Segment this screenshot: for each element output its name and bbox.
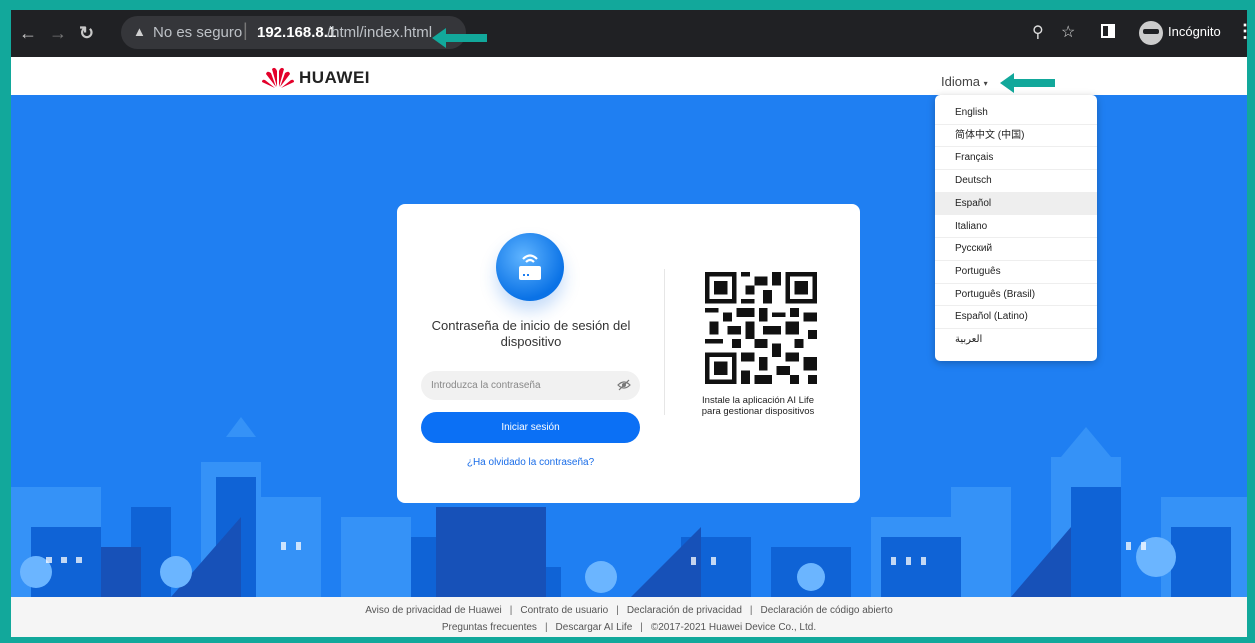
login-button[interactable]: Iniciar sesión bbox=[421, 412, 640, 443]
footer-links-row-1: Aviso de privacidad de Huawei | Contrato d… bbox=[365, 605, 893, 616]
footer-link-faq[interactable]: Preguntas frecuentes bbox=[442, 622, 537, 633]
incognito-label: Incógnito bbox=[1168, 24, 1221, 39]
address-bar[interactable]: ▲ No es seguro | 192.168.8.1 /html/index… bbox=[121, 16, 466, 49]
footer-links-row-2: Preguntas frecuentes | Descargar AI Life | ©… bbox=[441, 622, 817, 633]
login-title: Contraseña de inicio de sesión del dispo… bbox=[431, 318, 631, 349]
forgot-password-link[interactable]: ¿Ha olvidado la contraseña? bbox=[421, 457, 640, 468]
language-option-italian[interactable]: Italiano bbox=[935, 216, 1097, 239]
browser-menu-icon[interactable]: ⋮ bbox=[1236, 21, 1254, 42]
language-option-portuguese-brazil[interactable]: Português (Brasil) bbox=[935, 284, 1097, 307]
reload-icon[interactable]: ↻ bbox=[79, 24, 94, 42]
language-option-spanish[interactable]: Español bbox=[935, 192, 1097, 216]
qr-caption: Instale la aplicación AI Life para gesti… bbox=[701, 395, 815, 417]
language-selector[interactable]: Idioma ▾ bbox=[941, 74, 988, 89]
footer-link-open-source[interactable]: Declaración de código abierto bbox=[761, 605, 893, 616]
footer-link-privacy-statement[interactable]: Declaración de privacidad bbox=[627, 605, 742, 616]
language-option-arabic[interactable]: العربية bbox=[935, 329, 1097, 352]
security-status: No es seguro bbox=[153, 24, 243, 41]
footer-copyright: ©2017-2021 Huawei Device Co., Ltd. bbox=[650, 622, 817, 633]
footer-link-download-ai-life[interactable]: Descargar AI Life bbox=[556, 622, 633, 633]
language-option-russian[interactable]: Русский bbox=[935, 238, 1097, 261]
language-dropdown: English 简体中文 (中国) Français Deutsch Españ… bbox=[935, 95, 1097, 361]
caret-down-icon: ▾ bbox=[983, 79, 988, 88]
url-host: 192.168.8.1 bbox=[257, 24, 337, 41]
language-option-spanish-latino[interactable]: Español (Latino) bbox=[935, 306, 1097, 329]
bookmark-star-icon[interactable]: ☆ bbox=[1061, 22, 1075, 42]
router-avatar bbox=[496, 233, 564, 301]
hide-password-eye-icon[interactable] bbox=[617, 379, 631, 391]
language-option-german[interactable]: Deutsch bbox=[935, 170, 1097, 193]
password-field[interactable] bbox=[421, 371, 640, 400]
language-option-portuguese[interactable]: Português bbox=[935, 261, 1097, 284]
language-selector-label: Idioma bbox=[941, 74, 981, 89]
side-panel-icon[interactable] bbox=[1101, 24, 1115, 38]
password-input[interactable] bbox=[431, 377, 601, 394]
back-icon[interactable]: ← bbox=[19, 24, 37, 42]
incognito-icon bbox=[1139, 21, 1163, 45]
annotation-arrow-url-icon bbox=[432, 28, 487, 48]
page-header: HUAWEI Idioma ▾ bbox=[11, 57, 1247, 95]
login-card: Contraseña de inicio de sesión del dispo… bbox=[397, 204, 860, 503]
forward-icon[interactable]: → bbox=[49, 24, 67, 42]
language-option-french[interactable]: Français bbox=[935, 147, 1097, 171]
card-divider bbox=[664, 269, 665, 415]
browser-toolbar: ← → ↻ ▲ No es seguro | 192.168.8.1 /html… bbox=[11, 10, 1254, 57]
huawei-logo-icon bbox=[262, 67, 294, 88]
language-option-chinese[interactable]: 简体中文 (中国) bbox=[935, 125, 1097, 148]
address-separator: | bbox=[243, 20, 248, 40]
page-footer: Aviso de privacidad de Huawei | Contrato d… bbox=[11, 597, 1247, 637]
language-option-english[interactable]: English bbox=[935, 102, 1097, 125]
annotation-arrow-language-icon bbox=[1000, 73, 1055, 93]
warning-icon: ▲ bbox=[133, 24, 146, 39]
zoom-icon[interactable]: ⚲ bbox=[1032, 22, 1044, 42]
url-path: /html/index.html bbox=[327, 24, 433, 41]
router-icon bbox=[519, 254, 541, 280]
brand-name: HUAWEI bbox=[299, 68, 370, 87]
footer-link-privacy-notice[interactable]: Aviso de privacidad de Huawei bbox=[365, 605, 502, 616]
footer-link-user-agreement[interactable]: Contrato de usuario bbox=[520, 605, 608, 616]
qr-code bbox=[705, 272, 817, 384]
